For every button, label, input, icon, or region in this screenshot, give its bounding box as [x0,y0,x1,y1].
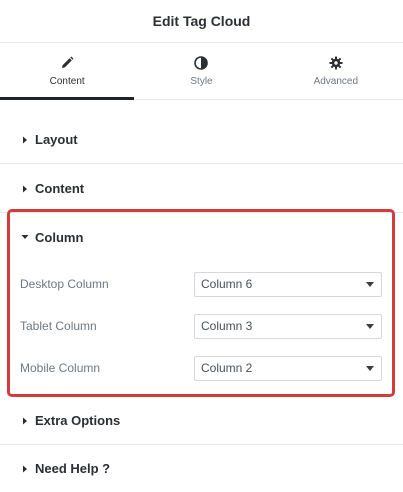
tab-style[interactable]: Style [134,43,268,99]
dropdown-arrow-icon [366,281,374,287]
panel-tabs: Content Style Advanced [0,43,403,100]
tablet-column-value: Column 3 [201,319,253,333]
section-extra-options[interactable]: Extra Options [0,397,403,445]
section-layout[interactable]: Layout [0,116,403,164]
tab-style-label: Style [190,75,213,87]
pencil-icon [62,56,74,68]
mobile-column-control: Mobile Column Column 2 [20,355,382,381]
tab-content[interactable]: Content [0,43,135,100]
caret-right-icon [23,185,27,192]
caret-right-icon [23,136,27,143]
caret-right-icon [23,465,27,472]
tablet-column-label: Tablet Column [20,319,97,333]
section-column-label: Column [35,229,84,245]
desktop-column-label: Desktop Column [20,277,109,291]
dropdown-arrow-icon [366,323,374,329]
caret-right-icon [23,417,27,424]
panel-header: Edit Tag Cloud [0,0,403,43]
mobile-column-label: Mobile Column [20,361,101,375]
desktop-column-value: Column 6 [201,277,253,291]
section-need-help-label: Need Help ? [35,461,111,476]
section-content-label: Content [35,181,85,196]
tab-advanced[interactable]: Advanced [269,43,403,99]
section-content[interactable]: Content [0,165,403,213]
section-column[interactable]: Column [0,213,403,261]
gear-icon [329,56,343,69]
panel-title: Edit Tag Cloud [152,13,251,29]
dropdown-arrow-icon [366,365,374,371]
section-layout-label: Layout [35,132,78,147]
tablet-column-control: Tablet Column Column 3 [20,313,382,339]
mobile-column-value: Column 2 [201,361,253,375]
contrast-icon [194,55,209,70]
section-need-help[interactable]: Need Help ? [0,445,403,492]
desktop-column-control: Desktop Column Column 6 [20,271,382,297]
caret-down-icon [21,235,29,239]
tab-content-label: Content [49,75,85,87]
tablet-column-select[interactable]: Column 3 [194,313,382,339]
section-extra-options-label: Extra Options [35,413,121,428]
desktop-column-select[interactable]: Column 6 [194,271,382,297]
mobile-column-select[interactable]: Column 2 [194,355,382,381]
tab-advanced-label: Advanced [313,75,359,87]
